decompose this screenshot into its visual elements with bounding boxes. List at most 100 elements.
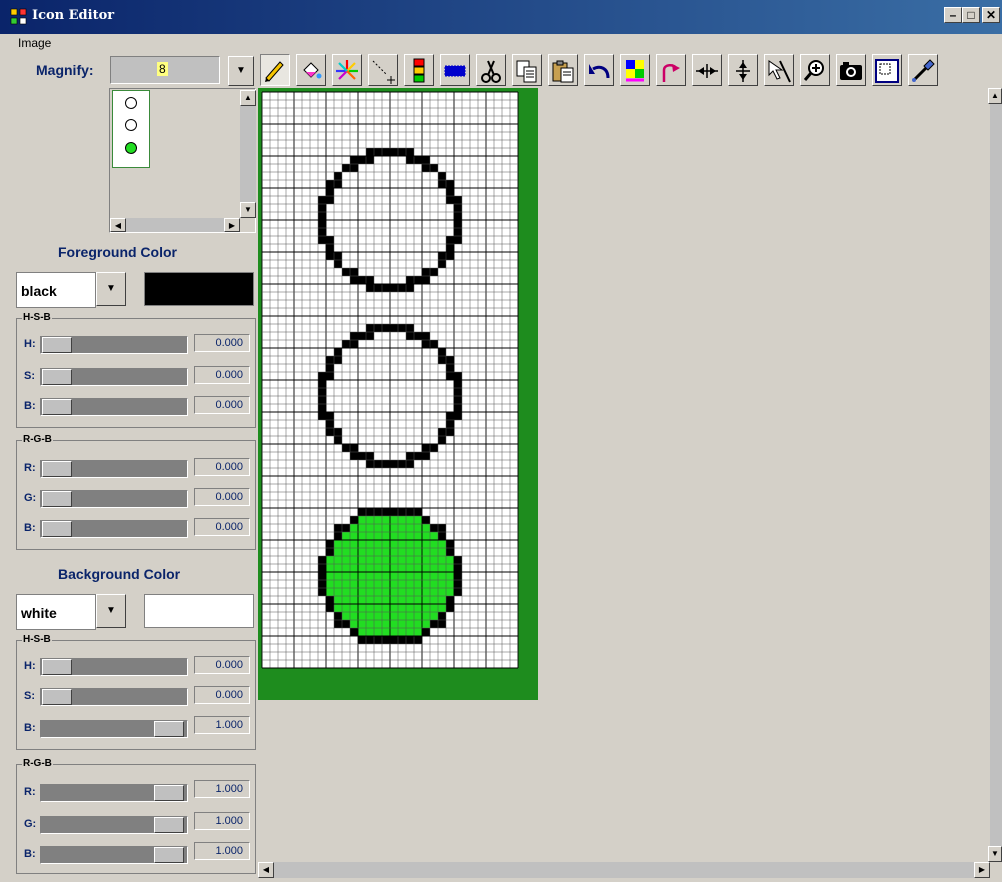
bg-b2-thumb[interactable] <box>154 847 184 863</box>
camera-tool-button[interactable] <box>836 54 866 86</box>
flip-horizontal-tool-button[interactable] <box>692 54 722 86</box>
light-2-outline-pixel <box>406 452 414 460</box>
bg-r-thumb[interactable] <box>154 785 184 801</box>
light-2-outline-pixel <box>326 372 334 380</box>
color-swap-tool-button[interactable] <box>620 54 650 86</box>
menu-item-image[interactable]: Image <box>18 36 51 50</box>
scroll-left-arrow-icon[interactable]: ◀ <box>258 862 274 878</box>
bg-r-value[interactable]: 1.000 <box>194 780 250 798</box>
minimize-button[interactable]: – <box>944 7 962 23</box>
light-3-fill-pixel <box>430 564 438 572</box>
light-1-outline-pixel <box>350 276 358 284</box>
light-2-outline-pixel <box>438 356 446 364</box>
bg-b-thumb[interactable] <box>154 721 184 737</box>
light-1-outline-pixel <box>366 148 374 156</box>
select-region-tool-button[interactable] <box>872 54 902 86</box>
color-replace-tool-button[interactable] <box>404 54 434 86</box>
light-3-fill-pixel <box>382 556 390 564</box>
scroll-up-arrow-icon[interactable]: ▲ <box>988 88 1002 104</box>
bg-s-thumb[interactable] <box>42 689 72 705</box>
scroll-down-arrow-icon[interactable]: ▼ <box>240 202 256 218</box>
light-3-outline-pixel <box>430 524 438 532</box>
canvas-vscrollbar[interactable] <box>990 88 1002 862</box>
undo-tool-button[interactable] <box>584 54 614 86</box>
zoom-tool-button[interactable] <box>800 54 830 86</box>
fg-s-thumb[interactable] <box>42 369 72 385</box>
bg-b2-value[interactable]: 1.000 <box>194 842 250 860</box>
fg-h-value[interactable]: 0.000 <box>194 334 250 352</box>
fg-b2-value[interactable]: 0.000 <box>194 518 250 536</box>
light-3-outline-pixel <box>390 636 398 644</box>
paste-tool-button[interactable] <box>548 54 578 86</box>
copy-tool-button[interactable] <box>512 54 542 86</box>
light-1-outline-pixel <box>366 156 374 164</box>
bg-g-thumb[interactable] <box>154 817 184 833</box>
fg-r-value[interactable]: 0.000 <box>194 458 250 476</box>
scroll-right-arrow-icon[interactable]: ▶ <box>974 862 990 878</box>
light-2-outline-pixel <box>438 428 446 436</box>
foreground-color-dropdown[interactable]: ▼ <box>96 272 126 306</box>
icon-pixel-grid[interactable] <box>258 88 538 700</box>
bg-g-value[interactable]: 1.000 <box>194 812 250 830</box>
light-3-fill-pixel <box>382 524 390 532</box>
light-3-outline-pixel <box>326 548 334 556</box>
light-2-outline-pixel <box>414 452 422 460</box>
light-1-outline-pixel <box>406 284 414 292</box>
fg-g-thumb[interactable] <box>42 491 72 507</box>
light-3-fill-pixel <box>382 548 390 556</box>
canvas-hscrollbar[interactable] <box>258 862 990 878</box>
fg-b-thumb[interactable] <box>42 399 72 415</box>
scroll-up-arrow-icon[interactable]: ▲ <box>240 90 256 106</box>
pencil-tool-button[interactable] <box>260 54 290 86</box>
light-2-outline-pixel <box>326 356 334 364</box>
maximize-button[interactable]: □ <box>962 7 980 23</box>
scroll-right-arrow-icon[interactable]: ▶ <box>224 218 240 232</box>
light-3-fill-pixel <box>334 588 342 596</box>
spray-tool-button[interactable] <box>332 54 362 86</box>
scroll-down-arrow-icon[interactable]: ▼ <box>988 846 1002 862</box>
light-3-outline-pixel <box>422 628 430 636</box>
foreground-color-select[interactable]: black <box>16 272 96 308</box>
light-2-outline-pixel <box>382 460 390 468</box>
background-color-select[interactable]: white <box>16 594 96 630</box>
light-3-fill-pixel <box>334 596 342 604</box>
light-3-fill-pixel <box>390 516 398 524</box>
eyedropper-tool-button[interactable] <box>908 54 938 86</box>
fg-b2-thumb[interactable] <box>42 521 72 537</box>
bg-h-thumb[interactable] <box>42 659 72 675</box>
fill-bucket-tool-button[interactable] <box>296 54 326 86</box>
fg-h-thumb[interactable] <box>42 337 72 353</box>
bg-s-value[interactable]: 0.000 <box>194 686 250 704</box>
light-3-fill-pixel <box>438 580 446 588</box>
scroll-left-arrow-icon[interactable]: ◀ <box>110 218 126 232</box>
fg-b-value[interactable]: 0.000 <box>194 396 250 414</box>
bg-h-value[interactable]: 0.000 <box>194 656 250 674</box>
preview-vscrollbar[interactable] <box>240 90 256 218</box>
rotate-tool-button[interactable] <box>656 54 686 86</box>
light-1-outline-pixel <box>358 156 366 164</box>
fg-b2-label: B: <box>24 522 36 534</box>
light-3-fill-pixel <box>406 612 414 620</box>
light-2-outline-pixel <box>350 444 358 452</box>
light-3-outline-pixel <box>414 636 422 644</box>
fg-r-thumb[interactable] <box>42 461 72 477</box>
background-color-dropdown[interactable]: ▼ <box>96 594 126 628</box>
fg-r-label: R: <box>24 462 36 474</box>
fg-g-value[interactable]: 0.000 <box>194 488 250 506</box>
light-3-fill-pixel <box>366 556 374 564</box>
fg-s-value[interactable]: 0.000 <box>194 366 250 384</box>
light-3-outline-pixel <box>342 620 350 628</box>
cut-tool-button[interactable] <box>476 54 506 86</box>
close-button[interactable]: ✕ <box>982 7 1000 23</box>
rectangle-select-tool-button[interactable] <box>440 54 470 86</box>
bg-b-value[interactable]: 1.000 <box>194 716 250 734</box>
light-3-fill-pixel <box>350 532 358 540</box>
flip-vertical-tool-button[interactable] <box>728 54 758 86</box>
magnify-dropdown-button[interactable]: ▼ <box>228 56 254 86</box>
light-2-outline-pixel <box>326 364 334 372</box>
line-tool-button[interactable] <box>368 54 398 86</box>
pointer-tool-button[interactable] <box>764 54 794 86</box>
foreground-hsb-label: H-S-B <box>22 312 52 323</box>
preview-hscrollbar[interactable] <box>110 218 238 232</box>
flip-horizontal-icon <box>696 64 718 78</box>
